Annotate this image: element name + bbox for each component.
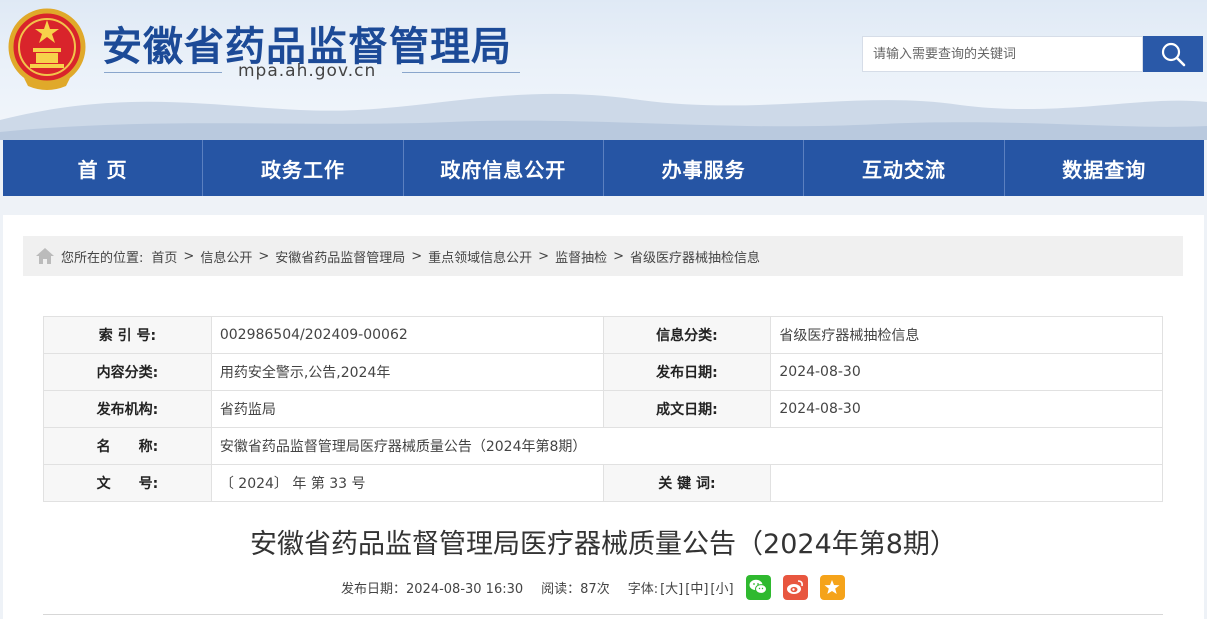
article-info-bar: 发布日期：2024-08-30 16:30 阅读：87次 字体: [大] [中]…: [341, 573, 845, 601]
keywords-value: [770, 464, 1163, 502]
content-category-value: 用药安全警示,公告,2024年: [210, 353, 604, 391]
breadcrumb-prefix: 您所在的位置:: [61, 250, 144, 266]
star-icon: [824, 580, 840, 594]
title-divider-right: [402, 72, 520, 73]
article-view-count: 阅读：87次: [541, 581, 610, 597]
article-publish-date: 发布日期：2024-08-30 16:30: [341, 581, 524, 597]
info-category-label: 信息分类:: [602, 316, 772, 354]
breadcrumb-separator: >: [258, 248, 270, 264]
breadcrumb-item-info-disclosure[interactable]: 信息公开: [200, 247, 252, 266]
index-number-value: 002986504/202409-00062: [210, 316, 604, 354]
main-content: 您所在的位置: 首页 > 信息公开 > 安徽省药品监督管理局 > 重点领域信息公…: [3, 215, 1204, 619]
search-input[interactable]: [862, 36, 1143, 72]
breadcrumb: 您所在的位置: 首页 > 信息公开 > 安徽省药品监督管理局 > 重点领域信息公…: [23, 236, 1183, 276]
breadcrumb-separator: >: [613, 248, 624, 264]
title-divider-left: [104, 72, 222, 73]
site-header: 安徽省药品监督管理局 mpa.ah.gov.cn: [0, 0, 1207, 140]
publish-date-value: 2024-08-30: [770, 353, 1163, 391]
content-category-label: 内容分类:: [43, 353, 212, 391]
divider: [43, 614, 1163, 615]
breadcrumb-item-device-inspection[interactable]: 省级医疗器械抽检信息: [630, 247, 760, 266]
search-box: [862, 36, 1203, 72]
font-size-medium-button[interactable]: [中]: [685, 578, 708, 597]
wechat-icon: [749, 579, 768, 594]
favorite-button[interactable]: [819, 574, 845, 600]
nav-item-info-disclosure[interactable]: 政府信息公开: [404, 140, 604, 196]
nav-item-services[interactable]: 办事服务: [604, 140, 805, 196]
publish-date-label: 发布日期:: [602, 353, 772, 391]
issuing-org-value: 省药监局: [210, 390, 604, 428]
issuing-org-label: 发布机构:: [43, 390, 212, 428]
document-number-label: 文 号:: [43, 464, 212, 502]
national-emblem-icon: [8, 8, 86, 90]
breadcrumb-item-inspection[interactable]: 监督抽检: [555, 247, 607, 266]
keywords-label: 关 键 词:: [602, 464, 772, 502]
written-date-label: 成文日期:: [602, 390, 772, 428]
search-icon: [1161, 42, 1186, 67]
written-date-value: 2024-08-30: [770, 390, 1163, 428]
site-domain: mpa.ah.gov.cn: [238, 61, 377, 81]
table-row: 文 号: 〔 2024〕 年 第 33 号 关 键 词:: [43, 464, 1163, 502]
breadcrumb-item-home[interactable]: 首页: [151, 247, 177, 266]
table-row: 索 引 号: 002986504/202409-00062 信息分类: 省级医疗…: [43, 316, 1163, 354]
font-size-large-button[interactable]: [大]: [660, 578, 683, 597]
font-size-label: 字体:: [627, 581, 659, 597]
info-category-value: 省级医疗器械抽检信息: [770, 316, 1163, 354]
home-icon: [36, 248, 54, 264]
table-row: 发布机构: 省药监局 成文日期: 2024-08-30: [43, 390, 1163, 428]
font-size-small-button[interactable]: [小]: [710, 578, 733, 597]
document-name-label: 名 称:: [43, 427, 212, 465]
article-title: 安徽省药品监督管理局医疗器械质量公告（2024年第8期）: [250, 529, 957, 560]
share-weibo-button[interactable]: [782, 574, 808, 600]
breadcrumb-separator: >: [538, 248, 550, 264]
nav-item-interaction[interactable]: 互动交流: [804, 140, 1005, 196]
breadcrumb-item-key-areas[interactable]: 重点领域信息公开: [428, 247, 532, 266]
nav-item-government-work[interactable]: 政务工作: [203, 140, 404, 196]
breadcrumb-separator: >: [411, 248, 423, 264]
table-row: 名 称: 安徽省药品监督管理局医疗器械质量公告（2024年第8期）: [43, 427, 1164, 465]
metadata-table: 索 引 号: 002986504/202409-00062 信息分类: 省级医疗…: [43, 316, 1164, 502]
document-name-value: 安徽省药品监督管理局医疗器械质量公告（2024年第8期）: [210, 427, 1164, 465]
share-wechat-button[interactable]: [745, 574, 771, 600]
table-row: 内容分类: 用药安全警示,公告,2024年 发布日期: 2024-08-30: [43, 353, 1163, 391]
weibo-icon: [787, 580, 804, 594]
document-number-value: 〔 2024〕 年 第 33 号: [210, 464, 604, 502]
breadcrumb-item-bureau[interactable]: 安徽省药品监督管理局: [275, 247, 405, 266]
breadcrumb-separator: >: [183, 248, 195, 264]
main-nav: 首 页 政务工作 政府信息公开 办事服务 互动交流 数据查询: [3, 140, 1204, 196]
nav-item-home[interactable]: 首 页: [3, 140, 204, 196]
index-number-label: 索 引 号:: [43, 316, 212, 354]
search-button[interactable]: [1143, 36, 1203, 72]
nav-item-data-query[interactable]: 数据查询: [1005, 140, 1204, 196]
